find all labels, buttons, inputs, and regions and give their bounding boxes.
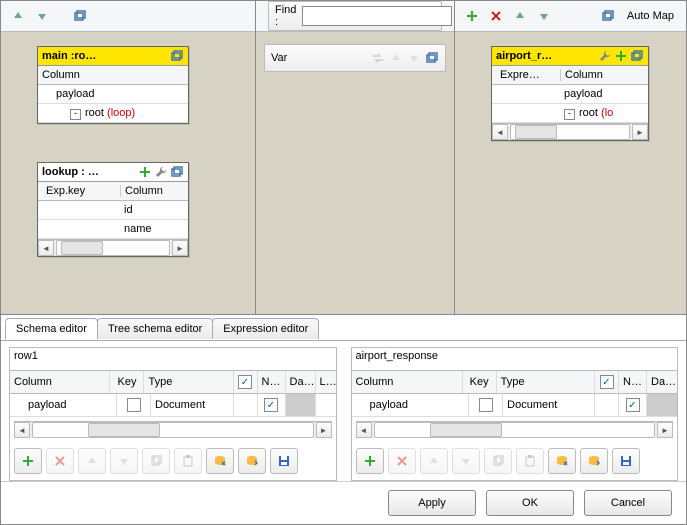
grid-header: Column Key Type ✓ N… Da… — [352, 371, 678, 394]
tab-expression-editor[interactable]: Expression editor — [212, 318, 319, 339]
export-schema-button[interactable] — [580, 448, 608, 474]
grid-header: Column Key Type ✓ N… Da… L… — [10, 371, 336, 394]
editor-tabs: Schema editor Tree schema editor Express… — [1, 315, 686, 341]
move-up-button — [78, 448, 106, 474]
add-row-button[interactable] — [356, 448, 384, 474]
move-up-button[interactable] — [7, 5, 29, 27]
scrollbar-horizontal[interactable]: ◄► — [492, 123, 648, 140]
add-output-button[interactable] — [461, 5, 483, 27]
move-down-button — [110, 448, 138, 474]
column-header: Column — [121, 185, 167, 197]
paste-button — [516, 448, 544, 474]
auto-map-button[interactable]: Auto Map — [621, 10, 680, 22]
collapse-icon[interactable]: - — [564, 109, 575, 120]
node-airport-response[interactable]: airport_r… Expre… Column payload -root (… — [491, 46, 649, 141]
key-checkbox[interactable] — [127, 398, 141, 412]
restore-window-icon[interactable] — [425, 51, 439, 65]
table-row[interactable]: payload — [42, 88, 95, 100]
apply-button[interactable]: Apply — [388, 490, 476, 516]
restore-window-icon[interactable] — [630, 49, 644, 63]
save-button[interactable] — [270, 448, 298, 474]
var-bar: Var — [264, 44, 446, 72]
find-bar: Find : — [268, 1, 442, 31]
var-label: Var — [271, 52, 367, 64]
move-down-button[interactable] — [533, 5, 555, 27]
scrollbar-horizontal[interactable]: ◄► — [14, 421, 332, 438]
tree-node[interactable]: -root (loop) — [42, 107, 135, 120]
move-up-button[interactable] — [509, 5, 531, 27]
add-row-button[interactable] — [14, 448, 42, 474]
move-down-button[interactable] — [31, 5, 53, 27]
editor-left-title: row1 — [9, 347, 337, 370]
key-checkbox[interactable] — [479, 398, 493, 412]
delete-row-button — [388, 448, 416, 474]
expression-header: Expre… — [496, 69, 561, 81]
node-main-title: main :ro… — [42, 50, 168, 62]
scrollbar-horizontal[interactable]: ◄► — [356, 421, 674, 438]
swap-icon — [371, 51, 385, 65]
ok-button[interactable]: OK — [486, 490, 574, 516]
tab-tree-schema-editor[interactable]: Tree schema editor — [97, 318, 213, 339]
restore-window-icon[interactable] — [170, 49, 184, 63]
collapse-icon[interactable]: - — [70, 109, 81, 120]
save-button[interactable] — [612, 448, 640, 474]
row-toolbar — [10, 442, 336, 480]
wrench-icon[interactable] — [598, 49, 612, 63]
add-plus-icon[interactable] — [614, 49, 628, 63]
table-row[interactable]: payload Document ✓ — [10, 394, 336, 417]
checkbox-icon[interactable]: ✓ — [600, 375, 614, 389]
column-header: Column — [42, 69, 80, 81]
input-panel: main :ro… Column payload -root (loop) lo… — [1, 1, 256, 314]
node-lookup-title: lookup : … — [42, 166, 136, 178]
copy-button — [484, 448, 512, 474]
input-toolbar — [1, 1, 255, 32]
table-row[interactable]: payload Document ✓ — [352, 394, 678, 417]
dialog-buttons: Apply OK Cancel — [1, 481, 686, 524]
add-plus-icon[interactable] — [138, 165, 152, 179]
move-down-button — [452, 448, 480, 474]
import-schema-button[interactable] — [206, 448, 234, 474]
restore-window-icon[interactable] — [170, 165, 184, 179]
find-label: Find : — [275, 4, 296, 28]
arrow-up-icon — [389, 51, 403, 65]
find-input[interactable] — [302, 6, 452, 26]
cancel-button[interactable]: Cancel — [584, 490, 672, 516]
move-up-button — [420, 448, 448, 474]
var-panel: Find : Var — [256, 1, 455, 314]
tab-schema-editor[interactable]: Schema editor — [5, 318, 98, 339]
tree-node[interactable]: -root (lo — [560, 107, 617, 120]
export-schema-button[interactable] — [238, 448, 266, 474]
arrow-down-icon — [407, 51, 421, 65]
table-row[interactable]: id — [120, 204, 137, 216]
node-main[interactable]: main :ro… Column payload -root (loop) — [37, 46, 189, 124]
checkbox-icon[interactable]: ✓ — [238, 375, 252, 389]
table-row[interactable]: payload — [560, 88, 607, 100]
column-header: Column — [561, 69, 607, 81]
table-row[interactable]: name — [120, 223, 156, 235]
node-output-title: airport_r… — [496, 50, 596, 62]
output-panel: Auto Map airport_r… Expre… Column payloa… — [455, 1, 686, 314]
wrench-icon[interactable] — [154, 165, 168, 179]
import-schema-button[interactable] — [548, 448, 576, 474]
nullable-checkbox[interactable]: ✓ — [264, 398, 278, 412]
minimize-button[interactable] — [597, 5, 619, 27]
minimize-button[interactable] — [69, 5, 91, 27]
editor-right-title: airport_response — [351, 347, 679, 370]
row-toolbar — [352, 442, 678, 480]
scrollbar-horizontal[interactable]: ◄► — [38, 239, 188, 256]
expkey-header: Exp.key — [42, 185, 121, 197]
paste-button — [174, 448, 202, 474]
node-lookup[interactable]: lookup : … Exp.key Column id name ◄► — [37, 162, 189, 257]
copy-button — [142, 448, 170, 474]
remove-output-button[interactable] — [485, 5, 507, 27]
nullable-checkbox[interactable]: ✓ — [626, 398, 640, 412]
delete-row-button — [46, 448, 74, 474]
